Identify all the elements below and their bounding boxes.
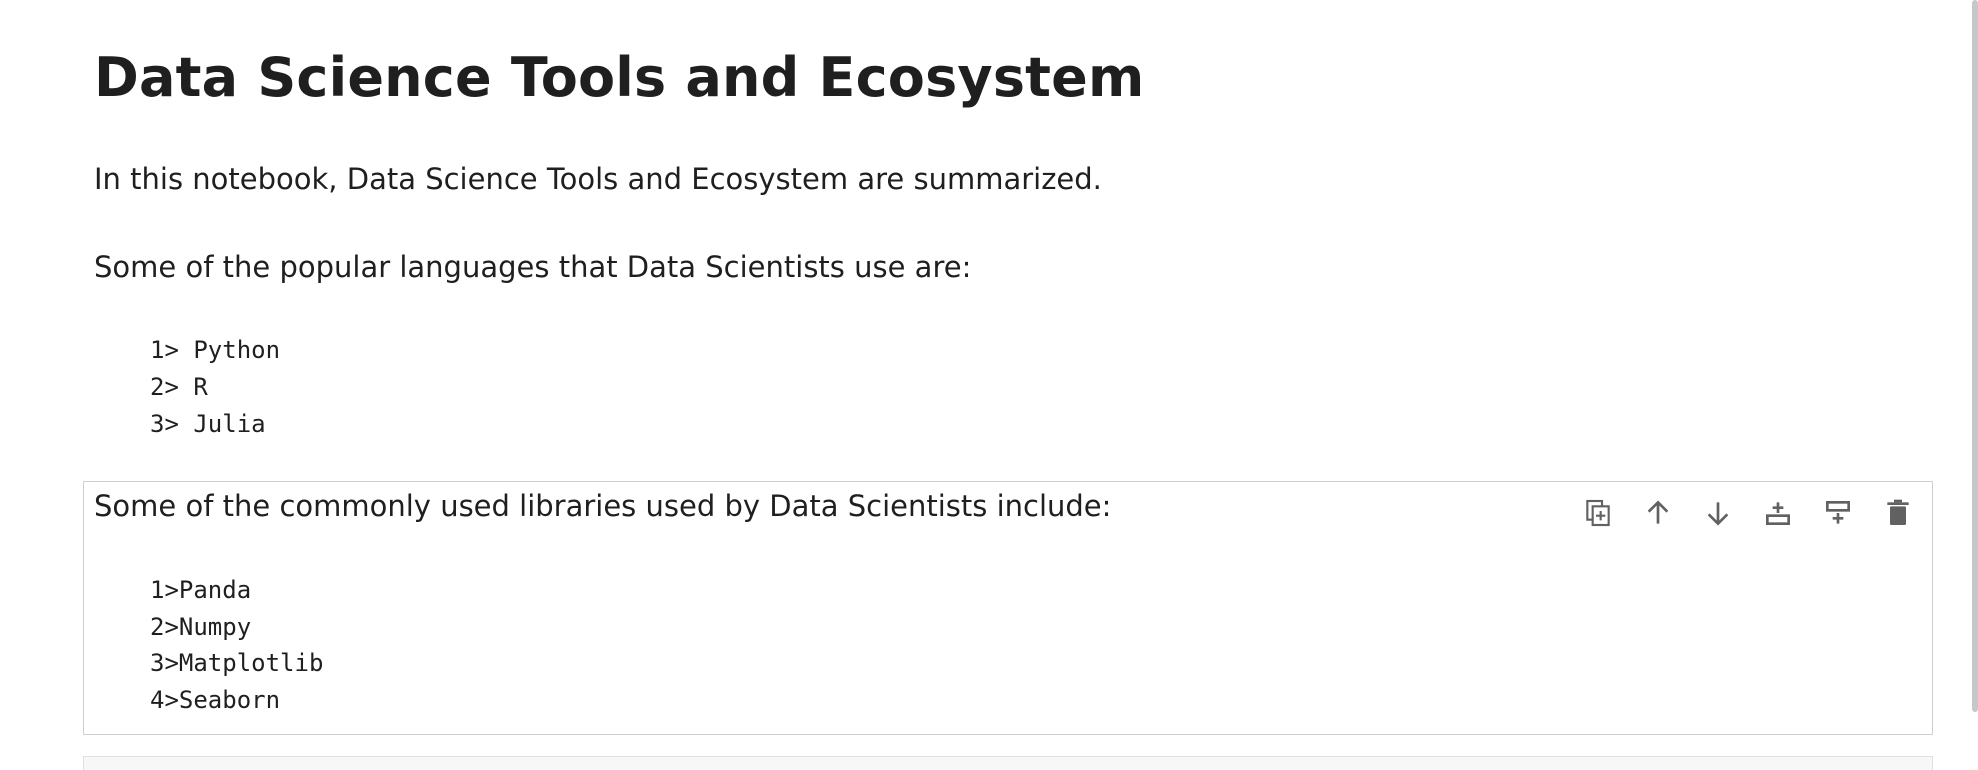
page-title: Data Science Tools and Ecosystem [94, 46, 1145, 109]
notebook-page: Data Science Tools and Ecosystem In this… [0, 0, 1978, 770]
insert-cell-above-button[interactable] [1818, 493, 1858, 533]
cell-toolbar [1578, 493, 1938, 533]
language-item: 3> Julia [150, 410, 266, 438]
move-down-icon [1707, 502, 1729, 526]
libraries-heading: Some of the commonly used libraries used… [94, 489, 1112, 523]
duplicate-icon [1586, 499, 1610, 527]
library-item: 4>Seaborn [150, 686, 281, 714]
languages-heading: Some of the popular languages that Data … [94, 250, 972, 284]
library-item: 3>Matplotlib [150, 649, 324, 677]
intro-paragraph: In this notebook, Data Science Tools and… [94, 162, 1102, 196]
library-item: 1>Panda [150, 576, 252, 604]
move-up-icon [1647, 500, 1669, 524]
vertical-scrollbar[interactable] [1966, 0, 1978, 770]
library-item: 2>Numpy [150, 613, 252, 641]
delete-cell-button[interactable] [1878, 493, 1918, 533]
move-down-button[interactable] [1698, 493, 1738, 533]
insert-below-icon [1766, 502, 1790, 525]
scrollbar-thumb[interactable] [1972, 0, 1978, 712]
insert-above-icon [1826, 501, 1850, 524]
insert-cell-below-button[interactable] [1758, 493, 1798, 533]
language-item: 2> R [150, 373, 208, 401]
language-item: 1> Python [150, 336, 281, 364]
duplicate-cell-button[interactable] [1578, 493, 1618, 533]
move-up-button[interactable] [1638, 493, 1678, 533]
next-cell[interactable] [83, 756, 1933, 770]
delete-icon [1887, 499, 1909, 525]
